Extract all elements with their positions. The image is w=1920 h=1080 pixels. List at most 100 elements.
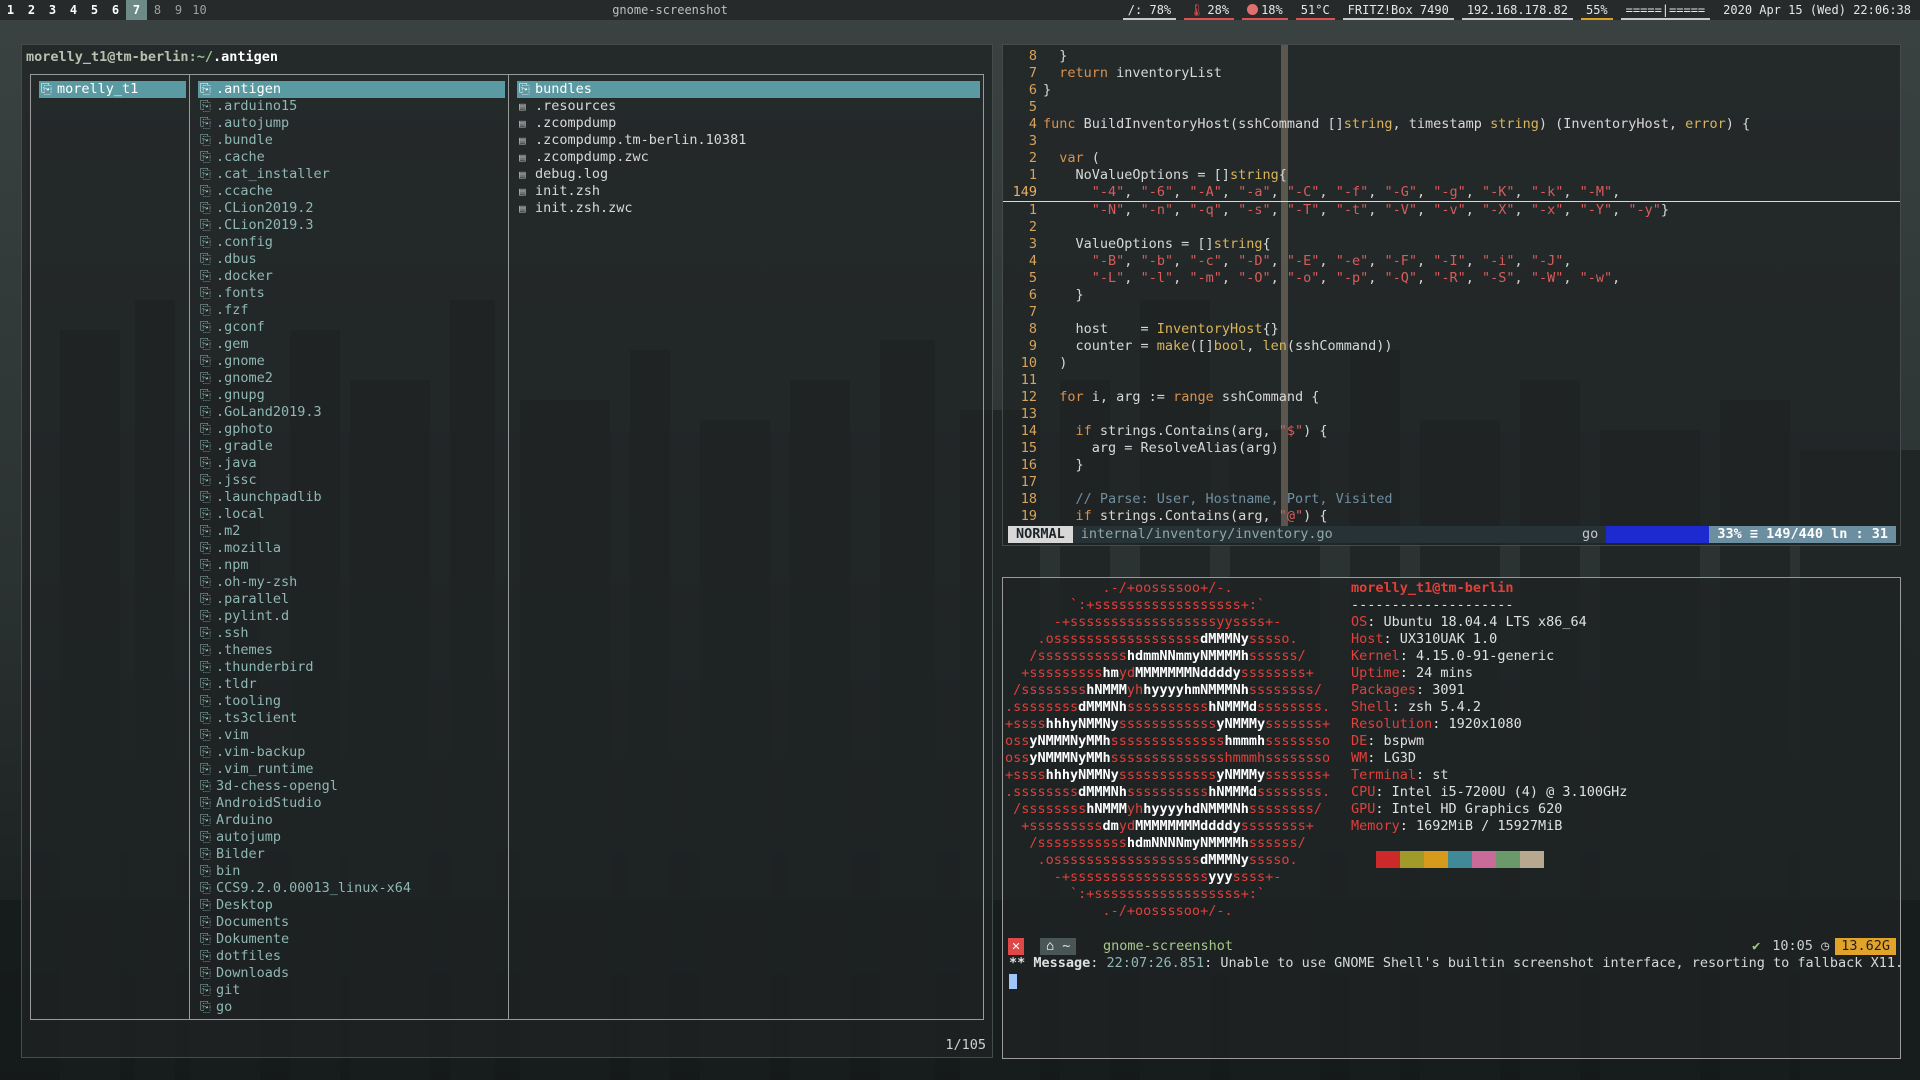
code-line: 13 <box>1003 406 1900 423</box>
folder-entry[interactable]: ⎘ .launchpadlib <box>190 489 508 506</box>
folder-entry[interactable]: ⎘ go <box>190 999 508 1016</box>
folder-entry[interactable]: ⎘ 3d-chess-opengl <box>190 778 508 795</box>
code-token: var <box>1059 150 1084 166</box>
logo-line: ossyNMMMNyMMhsssssssssssssshmmmhssssssso <box>1005 733 1331 749</box>
folder-entry[interactable]: ⎘ .arduino15 <box>190 98 508 115</box>
code-token: "-J" <box>1530 253 1564 269</box>
line-number: 6 <box>1028 287 1037 303</box>
logo-line: .ossssssssssssssssssdMMMNysssso. <box>1005 631 1298 647</box>
folder-entry[interactable]: ⎘ .dbus <box>190 251 508 268</box>
folder-entry[interactable]: ⎘ autojump <box>190 829 508 846</box>
folder-entry[interactable]: ⎘ .m2 <box>190 523 508 540</box>
folder-entry[interactable]: ⎘ .gnome <box>190 353 508 370</box>
folder-entry[interactable]: ⎘ .local <box>190 506 508 523</box>
folder-entry[interactable]: ⎘ .CLion2019.3 <box>190 217 508 234</box>
folder-entry[interactable]: ⎘ Desktop <box>190 897 508 914</box>
folder-entry[interactable]: ⎘ Arduino <box>190 812 508 829</box>
code-token: string <box>1213 236 1263 252</box>
folder-icon: ⎘ <box>200 931 211 947</box>
code-token: "-m" <box>1189 270 1222 286</box>
folder-entry[interactable]: ⎘ Dokumente <box>190 931 508 948</box>
file-entry[interactable]: ▤ init.zsh.zwc <box>509 200 983 217</box>
code-token: func <box>1043 116 1076 132</box>
volume-level[interactable]: =====|===== <box>1617 0 1714 20</box>
entry-name: Desktop <box>216 897 273 913</box>
folder-entry[interactable]: ⎘ .java <box>190 455 508 472</box>
folder-entry[interactable]: ⎘ morelly_t1 <box>39 81 186 98</box>
folder-entry[interactable]: ⎘ bin <box>190 863 508 880</box>
folder-entry[interactable]: ⎘ .vim_runtime <box>190 761 508 778</box>
folder-entry[interactable]: ⎘ .antigen <box>198 81 505 98</box>
folder-entry[interactable]: ⎘ .tldr <box>190 676 508 693</box>
folder-entry[interactable]: ⎘ .config <box>190 234 508 251</box>
file-entry[interactable]: ▤ .resources <box>509 98 983 115</box>
code-token: , <box>1270 253 1287 269</box>
file-entry[interactable]: ▤ .zcompdump.tm-berlin.10381 <box>509 132 983 149</box>
folder-entry[interactable]: ⎘ bundles <box>517 81 980 98</box>
code-token: "-q" <box>1189 202 1222 218</box>
folder-entry[interactable]: ⎘ .gem <box>190 336 508 353</box>
line-number: 16 <box>1020 457 1037 473</box>
folder-entry[interactable]: ⎘ .gnome2 <box>190 370 508 387</box>
code-token: InventoryHost <box>1156 321 1263 337</box>
folder-entry[interactable]: ⎘ .npm <box>190 557 508 574</box>
folder-entry[interactable]: ⎘ .parallel <box>190 591 508 608</box>
folder-entry[interactable]: ⎘ .tooling <box>190 693 508 710</box>
folder-entry[interactable]: ⎘ .autojump <box>190 115 508 132</box>
folder-entry[interactable]: ⎘ .oh-my-zsh <box>190 574 508 591</box>
folder-entry[interactable]: ⎘ CCS9.2.0.00013_linux-x64 <box>190 880 508 897</box>
file-entry[interactable]: ▤ .zcompdump.zwc <box>509 149 983 166</box>
code-token: "-E" <box>1286 253 1320 269</box>
folder-entry[interactable]: ⎘ dotfiles <box>190 948 508 965</box>
folder-entry[interactable]: ⎘ .gphoto <box>190 421 508 438</box>
folder-entry[interactable]: ⎘ .fonts <box>190 285 508 302</box>
folder-entry[interactable]: ⎘ .bundle <box>190 132 508 149</box>
folder-entry[interactable]: ⎘ .pylint.d <box>190 608 508 625</box>
folder-entry[interactable]: ⎘ .GoLand2019.3 <box>190 404 508 421</box>
terminal-cursor[interactable] <box>1009 974 1017 989</box>
folder-entry[interactable]: ⎘ .cat_installer <box>190 166 508 183</box>
entry-name: .CLion2019.3 <box>216 217 314 233</box>
folder-entry[interactable]: ⎘ .cache <box>190 149 508 166</box>
entry-name: .ccache <box>216 183 273 199</box>
folder-entry[interactable]: ⎘ git <box>190 982 508 999</box>
vim-status-segment <box>1606 526 1710 543</box>
code-token: "-Y" <box>1579 202 1613 218</box>
folder-entry[interactable]: ⎘ .fzf <box>190 302 508 319</box>
folder-entry[interactable]: ⎘ .ssh <box>190 625 508 642</box>
folder-entry[interactable]: ⎘ .thunderbird <box>190 659 508 676</box>
code-line: 2 var ( <box>1003 150 1900 167</box>
folder-entry[interactable]: ⎘ AndroidStudio <box>190 795 508 812</box>
code-token: "-x" <box>1530 202 1564 218</box>
entry-name: 3d-chess-opengl <box>216 778 338 794</box>
folder-icon: ⎘ <box>200 914 211 930</box>
code-line: 1 "-N", "-n", "-q", "-s", "-T", "-t", "-… <box>1003 202 1900 219</box>
file-entry[interactable]: ▤ init.zsh <box>509 183 983 200</box>
folder-entry[interactable]: ⎘ .vim-backup <box>190 744 508 761</box>
editor-buffer[interactable]: 8 } 7 return inventoryList 6} 5 4 func BuildI… <box>1003 48 1900 525</box>
line-number: 7 <box>1028 304 1037 320</box>
file-entry[interactable]: ▤ .zcompdump <box>509 115 983 132</box>
folder-entry[interactable]: ⎘ .gnupg <box>190 387 508 404</box>
terminal-window[interactable]: .-/+oossssoo+/-. `:+ssssssssssssssssss+:… <box>1002 577 1903 1059</box>
folder-entry[interactable]: ⎘ Downloads <box>190 965 508 982</box>
folder-entry[interactable]: ⎘ .CLion2019.2 <box>190 200 508 217</box>
code-token: "-p" <box>1335 270 1369 286</box>
code-token: "-e" <box>1335 253 1369 269</box>
folder-entry[interactable]: ⎘ Bilder <box>190 846 508 863</box>
folder-entry[interactable]: ⎘ .ts3client <box>190 710 508 727</box>
folder-entry[interactable]: ⎘ .gradle <box>190 438 508 455</box>
folder-entry[interactable]: ⎘ .themes <box>190 642 508 659</box>
folder-entry[interactable]: ⎘ .ccache <box>190 183 508 200</box>
folder-entry[interactable]: ⎘ .vim <box>190 727 508 744</box>
ranger-file-manager[interactable]: morelly_t1@tm-berlin:~/.antigen ⎘ morelly… <box>21 44 993 1058</box>
entry-name: .thunderbird <box>216 659 314 675</box>
folder-entry[interactable]: ⎘ .mozilla <box>190 540 508 557</box>
folder-entry[interactable]: ⎘ .docker <box>190 268 508 285</box>
file-entry[interactable]: ▤ debug.log <box>509 166 983 183</box>
entry-name: .autojump <box>216 115 290 131</box>
folder-entry[interactable]: ⎘ .gconf <box>190 319 508 336</box>
folder-entry[interactable]: ⎘ Documents <box>190 914 508 931</box>
folder-entry[interactable]: ⎘ .jssc <box>190 472 508 489</box>
vim-editor[interactable]: 8 } 7 return inventoryList 6} 5 4 func BuildI… <box>1002 44 1901 546</box>
